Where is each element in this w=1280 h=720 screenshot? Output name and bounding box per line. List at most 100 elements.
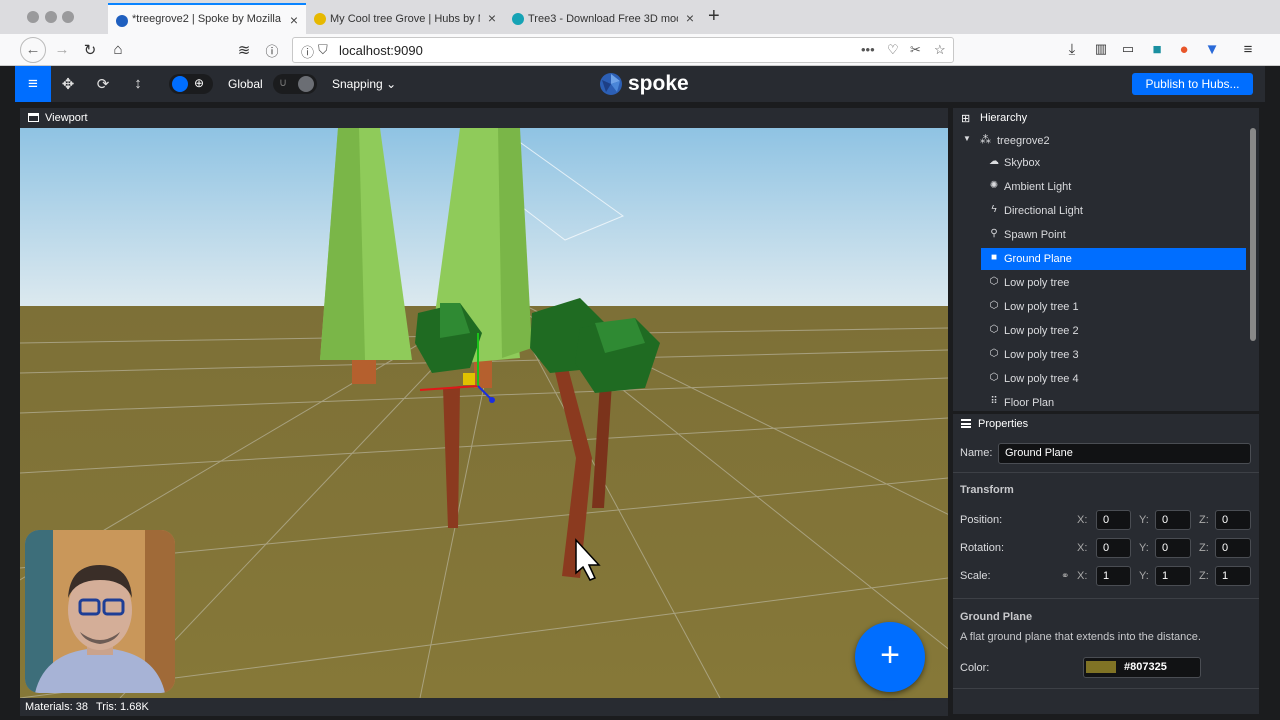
position-x-input[interactable]: 0 [1096, 510, 1131, 530]
screenshot-icon[interactable]: ✂ [910, 42, 921, 58]
hierarchy-item-floor-plan[interactable]: ⠿ Floor Plan [981, 392, 1246, 411]
browser-tab-tree3[interactable]: Tree3 - Download Free 3D mod × [504, 3, 702, 34]
hierarchy-item-low-poly-tree-1[interactable]: ⬡ Low poly tree 1 [981, 296, 1246, 318]
rotation-x-input[interactable]: 0 [1096, 538, 1131, 558]
bolt-icon: ϟ [991, 204, 997, 215]
library-icon[interactable]: ▥ [1091, 41, 1111, 57]
link-icon[interactable]: ⚭ [1061, 571, 1069, 582]
snapping-toggle[interactable]: ∪ [273, 74, 317, 94]
info-icon[interactable]: ⓘ [262, 41, 282, 60]
name-input[interactable]: Ground Plane [998, 443, 1251, 464]
axis-z-label: Z: [1199, 570, 1209, 582]
scale-label: Scale: [960, 570, 991, 582]
close-tab-icon[interactable]: × [686, 10, 694, 26]
hierarchy-title: Hierarchy [980, 112, 1028, 124]
hubs-favicon-icon [314, 13, 326, 25]
hierarchy-item-label: Directional Light [1004, 205, 1083, 217]
plus-icon: + [880, 636, 900, 674]
scale-x-input[interactable]: 1 [1096, 566, 1131, 586]
position-y-input[interactable]: 0 [1155, 510, 1191, 530]
list-icon [961, 419, 971, 428]
extension-icon[interactable]: ▼ [1202, 41, 1222, 58]
viewport-title: Viewport [45, 112, 88, 124]
translate-tool-icon[interactable]: ✥ [59, 75, 77, 93]
hierarchy-item-low-poly-tree-4[interactable]: ⬡ Low poly tree 4 [981, 368, 1246, 390]
axis-x-label: X: [1077, 542, 1088, 554]
hierarchy-item-label: Floor Plan [1004, 397, 1055, 409]
forward-button[interactable]: → [52, 41, 72, 58]
extension-icon[interactable]: ● [1174, 41, 1194, 58]
tab-title: *treegrove2 | Spoke by Mozilla [132, 13, 281, 25]
hierarchy-item-low-poly-tree-2[interactable]: ⬡ Low poly tree 2 [981, 320, 1246, 342]
browser-nav-bar: ← → ↻ ⌂ ≋ ⓘ ⓘ ⛉ localhost:9090 ••• ♡ ✂ ☆… [0, 34, 1280, 66]
viewport-header: Viewport [20, 108, 948, 128]
cube-icon: ⬡ [989, 276, 999, 287]
hierarchy-item-ambient-light[interactable]: ✺ Ambient Light [981, 176, 1246, 198]
add-element-button[interactable]: + [855, 622, 925, 692]
hierarchy-item-label: Low poly tree 3 [1004, 349, 1079, 361]
shield-icon[interactable]: ⛉ [318, 42, 328, 58]
new-tab-button[interactable]: + [708, 5, 720, 28]
downloads-icon[interactable]: ⤓ [1062, 41, 1082, 58]
hierarchy-item-spawn-point[interactable]: ⚲ Spawn Point [981, 224, 1246, 246]
url-text[interactable]: localhost:9090 [339, 43, 423, 58]
rotate-tool-icon[interactable]: ⟳ [94, 75, 112, 93]
scale-y-input[interactable]: 1 [1155, 566, 1191, 586]
page-actions-icon[interactable]: ••• [861, 42, 875, 57]
hierarchy-scrollbar[interactable] [1250, 128, 1256, 341]
close-tab-icon[interactable]: × [488, 10, 496, 26]
publish-to-hubs-button[interactable]: Publish to Hubs... [1132, 73, 1253, 95]
transform-space-toggle[interactable]: ⊕ [169, 74, 213, 94]
menu-button[interactable]: ≡ [15, 66, 51, 102]
home-button[interactable]: ⌂ [108, 41, 128, 58]
hierarchy-item-label: Skybox [1004, 157, 1041, 169]
close-window-button[interactable] [27, 11, 39, 23]
url-bar[interactable]: ⓘ ⛉ localhost:9090 ••• ♡ ✂ ☆ [292, 37, 954, 63]
rotation-z-input[interactable]: 0 [1215, 538, 1251, 558]
square-icon: ■ [990, 252, 998, 263]
presenter-video [25, 530, 175, 693]
color-swatch[interactable] [1086, 661, 1116, 673]
hierarchy-item-label: Spawn Point [1004, 229, 1066, 241]
hierarchy-item-low-poly-tree-3[interactable]: ⬡ Low poly tree 3 [981, 344, 1246, 366]
site-info-icon[interactable]: ⓘ [301, 42, 314, 61]
minimize-window-button[interactable] [45, 11, 57, 23]
transform-space-label[interactable]: Global [228, 77, 263, 91]
close-tab-icon[interactable]: × [290, 12, 298, 28]
hierarchy-item-label: Low poly tree 4 [1004, 373, 1079, 385]
caret-down-icon[interactable]: ▼ [963, 134, 971, 143]
axis-z-label: Z: [1199, 514, 1209, 526]
back-button[interactable]: ← [20, 37, 46, 63]
axis-z-label: Z: [1199, 542, 1209, 554]
maximize-window-button[interactable] [62, 11, 74, 23]
hierarchy-item-ground-plane[interactable]: ■ Ground Plane [981, 248, 1246, 270]
ground-plane-description: A flat ground plane that extends into th… [960, 631, 1201, 643]
rotation-y-input[interactable]: 0 [1155, 538, 1191, 558]
browser-tab-spoke[interactable]: *treegrove2 | Spoke by Mozilla × [108, 3, 306, 34]
snapping-label: Snapping [332, 77, 383, 91]
extension-icon[interactable]: ■ [1147, 41, 1167, 58]
axis-y-label: Y: [1139, 514, 1149, 526]
bookmark-star-icon[interactable]: ☆ [934, 42, 946, 58]
editor-toolbar: ≡ ✥ ⟳ ↕ ⊕ Global ∪ Snapping ⌄ spoke Publ… [15, 66, 1265, 102]
browser-tab-hubs[interactable]: My Cool tree Grove | Hubs by M × [306, 3, 504, 34]
hierarchy-root-node[interactable]: ▼ ⁂ treegrove2 [963, 132, 1163, 150]
pocket-icon[interactable]: ♡ [887, 42, 899, 58]
hierarchy-item-label: Low poly tree [1004, 277, 1070, 289]
axis-y-label: Y: [1139, 570, 1149, 582]
hierarchy-item-directional-light[interactable]: ϟ Directional Light [981, 200, 1246, 222]
position-z-input[interactable]: 0 [1215, 510, 1251, 530]
hierarchy-item-low-poly-tree[interactable]: ⬡ Low poly tree [981, 272, 1246, 294]
shoe-prints-icon: ⠿ [990, 396, 998, 407]
ground-plane-section-title: Ground Plane [960, 611, 1033, 623]
layers-icon[interactable]: ≋ [234, 41, 254, 59]
tab-title: Tree3 - Download Free 3D mod [528, 13, 678, 25]
reload-button[interactable]: ↻ [80, 41, 100, 59]
axis-x-label: X: [1077, 570, 1088, 582]
snapping-dropdown[interactable]: Snapping ⌄ [332, 77, 396, 91]
scale-tool-icon[interactable]: ↕ [129, 75, 147, 92]
hamburger-menu-icon[interactable]: ≡ [1238, 41, 1258, 58]
scale-z-input[interactable]: 1 [1215, 566, 1251, 586]
sidebar-icon[interactable]: ▭ [1118, 41, 1138, 57]
hierarchy-item-skybox[interactable]: ☁ Skybox [981, 152, 1246, 174]
